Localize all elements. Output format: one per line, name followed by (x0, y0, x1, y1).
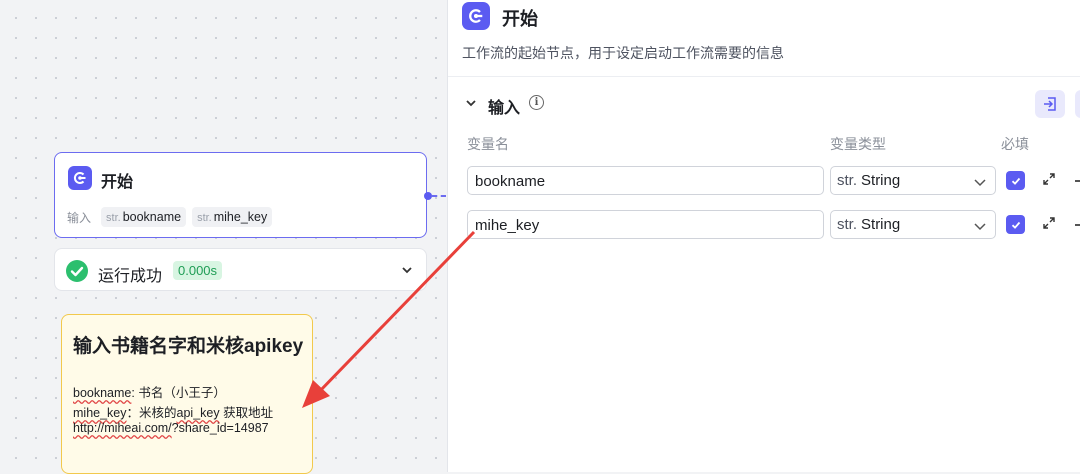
annotation-arrow (302, 230, 476, 408)
